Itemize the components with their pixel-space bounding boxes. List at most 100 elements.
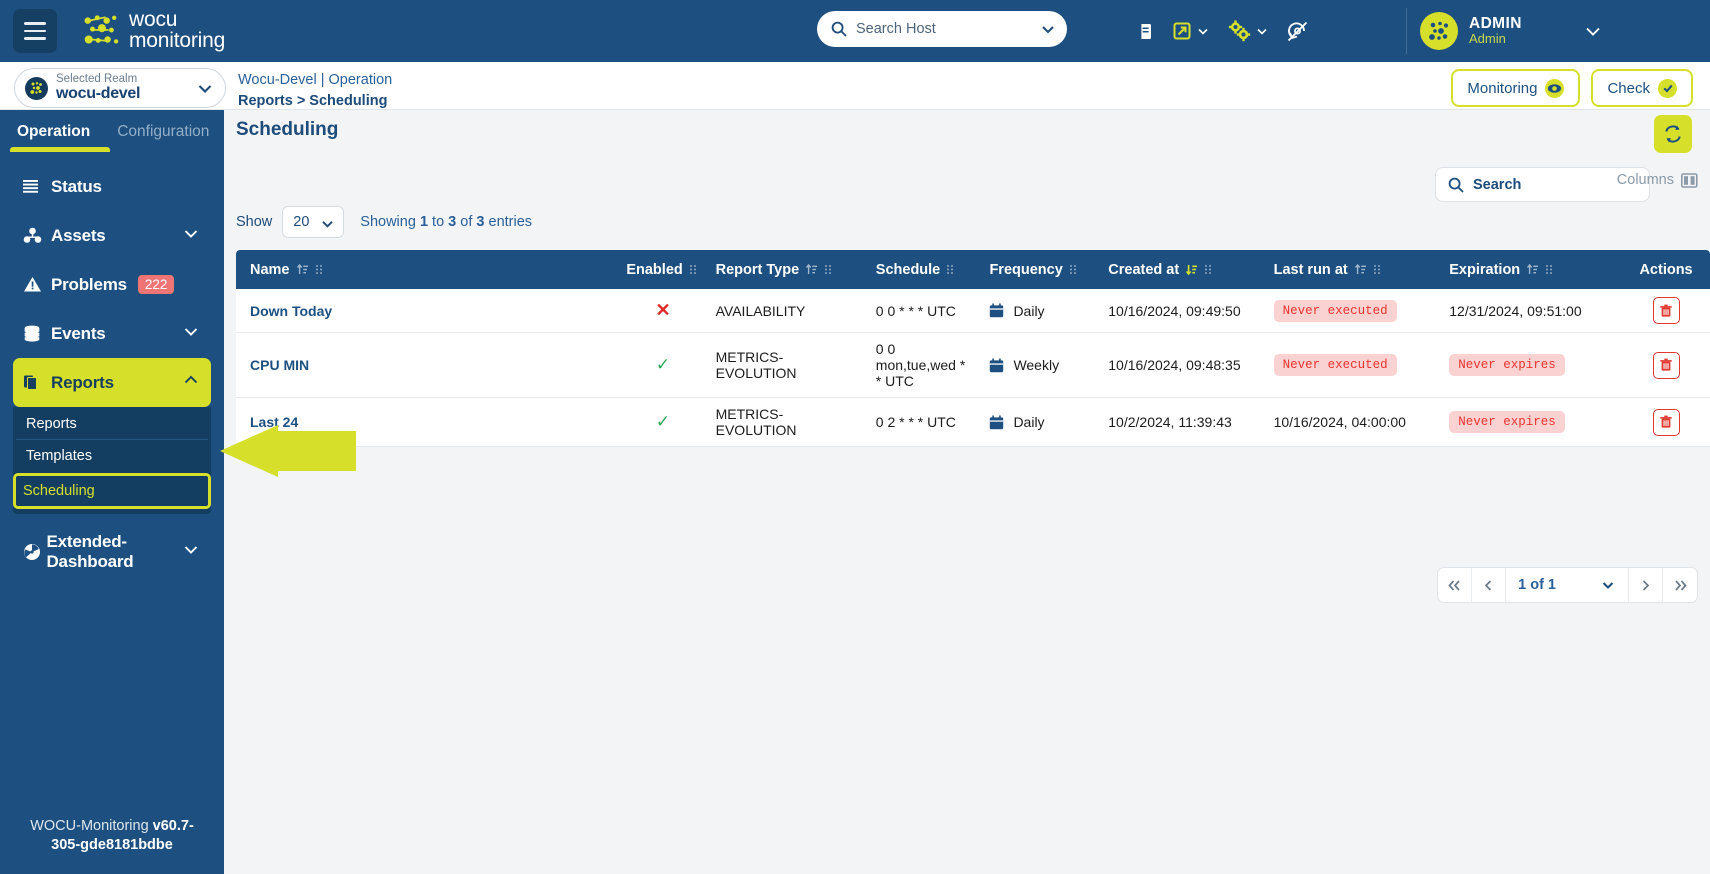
- column-header-name[interactable]: Name: [236, 250, 619, 289]
- sidebar-item-reports[interactable]: Reports: [13, 358, 211, 407]
- column-drag-handle-icon[interactable]: [946, 263, 954, 276]
- sidebar-item-templates[interactable]: Templates: [16, 440, 208, 471]
- product-name: WOCU-Monitoring: [30, 817, 149, 834]
- first-page-button[interactable]: [1438, 568, 1473, 602]
- delete-row-button[interactable]: [1652, 351, 1680, 379]
- monitoring-button-label: Monitoring: [1467, 79, 1538, 97]
- columns-toggle-button[interactable]: Columns: [1617, 172, 1710, 188]
- next-page-button[interactable]: [1629, 568, 1663, 602]
- column-drag-handle-icon[interactable]: [1069, 263, 1077, 276]
- column-header-report-type[interactable]: Report Type: [707, 250, 868, 289]
- sort-ascending-icon[interactable]: [805, 263, 818, 276]
- sidebar-item-status[interactable]: Status: [13, 162, 211, 211]
- table-body: Down Today ✕ AVAILABILITY 0 0 * * * UTC: [236, 289, 1710, 447]
- table-row[interactable]: Last 24 ✓ METRICS-EVOLUTION 0 2 * * * UT…: [236, 397, 1710, 447]
- sub-header-bar: Selected Realm wocu-devel Wocu-Devel | O…: [0, 62, 1710, 110]
- sidebar-item-events[interactable]: Events: [13, 309, 211, 358]
- sort-ascending-icon[interactable]: [296, 263, 309, 276]
- cell-expiration: 12/31/2024, 09:51:00: [1441, 289, 1623, 333]
- monitoring-button[interactable]: Monitoring: [1451, 69, 1581, 107]
- row-name-link[interactable]: CPU MIN: [250, 357, 309, 373]
- columns-icon: [1681, 172, 1698, 188]
- wocu-dots-logo-icon: [84, 15, 119, 44]
- dashboard-gauge-icon: [23, 543, 41, 561]
- notifications-muted-icon[interactable]: [1279, 13, 1316, 50]
- breadcrumb-page-path: Reports > Scheduling: [238, 93, 388, 110]
- cell-created-at: 10/2/2024, 11:39:43: [1100, 397, 1266, 447]
- external-link-icon[interactable]: [1165, 14, 1216, 48]
- database-icon: [23, 325, 46, 342]
- chevron-down-icon[interactable]: [1196, 24, 1210, 38]
- cell-actions: [1622, 397, 1710, 447]
- sidebar-item-label: Events: [51, 323, 106, 343]
- chevron-up-icon[interactable]: [181, 370, 201, 395]
- column-header-expiration[interactable]: Expiration: [1441, 250, 1623, 289]
- enabled-check-icon: ✓: [655, 412, 671, 431]
- realm-selector[interactable]: Selected Realm wocu-devel: [14, 68, 226, 108]
- chevron-down-icon[interactable]: [195, 78, 215, 98]
- page-size-select[interactable]: 20: [282, 206, 345, 238]
- sidebar-item-extended-dashboard[interactable]: Extended-Dashboard: [13, 527, 211, 576]
- table-row[interactable]: Down Today ✕ AVAILABILITY 0 0 * * * UTC: [236, 289, 1710, 333]
- never-executed-badge: Never executed: [1273, 299, 1397, 322]
- page-title: Scheduling: [236, 119, 339, 140]
- delete-row-button[interactable]: [1652, 408, 1680, 436]
- status-badge: 222: [137, 275, 175, 294]
- cell-last-run-at: Never executed: [1265, 289, 1442, 333]
- row-name-link[interactable]: Down Today: [250, 303, 332, 319]
- tab-operation[interactable]: Operation: [17, 123, 90, 147]
- cell-created-at: 10/16/2024, 09:49:50: [1100, 289, 1266, 333]
- sort-ascending-icon[interactable]: [1526, 263, 1539, 276]
- cell-frequency: Daily: [981, 397, 1101, 447]
- host-search-input[interactable]: Search Host: [817, 11, 1067, 47]
- never-executed-badge: Never executed: [1273, 354, 1397, 376]
- sort-ascending-icon[interactable]: [1354, 263, 1367, 276]
- chevron-down-icon[interactable]: [181, 223, 201, 248]
- frequency-label: Daily: [1013, 302, 1045, 319]
- tab-configuration[interactable]: Configuration: [117, 123, 209, 147]
- previous-page-button[interactable]: [1472, 568, 1507, 602]
- chevron-down-icon[interactable]: [1255, 24, 1269, 38]
- sidebar-item-scheduling[interactable]: Scheduling: [13, 473, 211, 509]
- delete-row-button[interactable]: [1652, 297, 1680, 324]
- cell-name: Down Today: [236, 289, 619, 333]
- documentation-book-icon[interactable]: [1128, 15, 1161, 48]
- sidebar-item-problems[interactable]: Problems 222: [13, 260, 211, 309]
- trash-icon: [1660, 415, 1672, 428]
- realm-value: wocu-devel: [56, 85, 141, 103]
- check-button[interactable]: Check: [1591, 69, 1693, 107]
- hamburger-menu-icon[interactable]: [13, 9, 57, 53]
- last-page-button[interactable]: [1663, 568, 1697, 602]
- table-row[interactable]: CPU MIN ✓ METRICS-EVOLUTION 0 0 mon,tue,…: [236, 332, 1710, 398]
- column-header-schedule[interactable]: Schedule: [867, 250, 982, 289]
- chevron-down-icon[interactable]: [1039, 20, 1057, 38]
- column-drag-handle-icon[interactable]: [1204, 263, 1212, 276]
- settings-gears-icon[interactable]: [1220, 13, 1275, 49]
- cell-frequency: Daily: [981, 289, 1101, 333]
- chevron-down-icon[interactable]: [181, 539, 201, 564]
- column-header-frequency[interactable]: Frequency: [981, 250, 1101, 289]
- realm-icon: [25, 76, 48, 100]
- column-drag-handle-icon[interactable]: [824, 263, 832, 276]
- column-drag-handle-icon[interactable]: [1545, 263, 1553, 276]
- page-selector[interactable]: 1 of 1: [1506, 568, 1629, 602]
- version-footer: WOCU-Monitoring v60.7-305-gde8181bdbe: [0, 817, 224, 856]
- column-drag-handle-icon[interactable]: [315, 263, 323, 276]
- sidebar: Operation Configuration Status Assets Pr…: [0, 110, 224, 874]
- entries-from: 1: [419, 214, 429, 230]
- column-drag-handle-icon[interactable]: [689, 263, 697, 276]
- active-tab-underline: [10, 147, 110, 152]
- page-size-value: 20: [293, 214, 310, 230]
- column-header-enabled[interactable]: Enabled: [618, 250, 708, 289]
- table-search-placeholder: Search: [1473, 176, 1522, 193]
- column-header-created-at[interactable]: Created at: [1100, 250, 1266, 289]
- refresh-button[interactable]: [1654, 115, 1692, 153]
- chevron-down-icon[interactable]: [1582, 20, 1604, 42]
- sidebar-item-assets[interactable]: Assets: [13, 211, 211, 260]
- chevron-down-icon[interactable]: [181, 321, 201, 346]
- sort-descending-active-icon[interactable]: [1185, 263, 1198, 276]
- column-header-last-run-at[interactable]: Last run at: [1265, 250, 1442, 289]
- column-drag-handle-icon[interactable]: [1373, 263, 1381, 276]
- sidebar-item-reports-list[interactable]: Reports: [16, 409, 208, 440]
- user-menu[interactable]: ADMIN Admin: [1420, 0, 1620, 62]
